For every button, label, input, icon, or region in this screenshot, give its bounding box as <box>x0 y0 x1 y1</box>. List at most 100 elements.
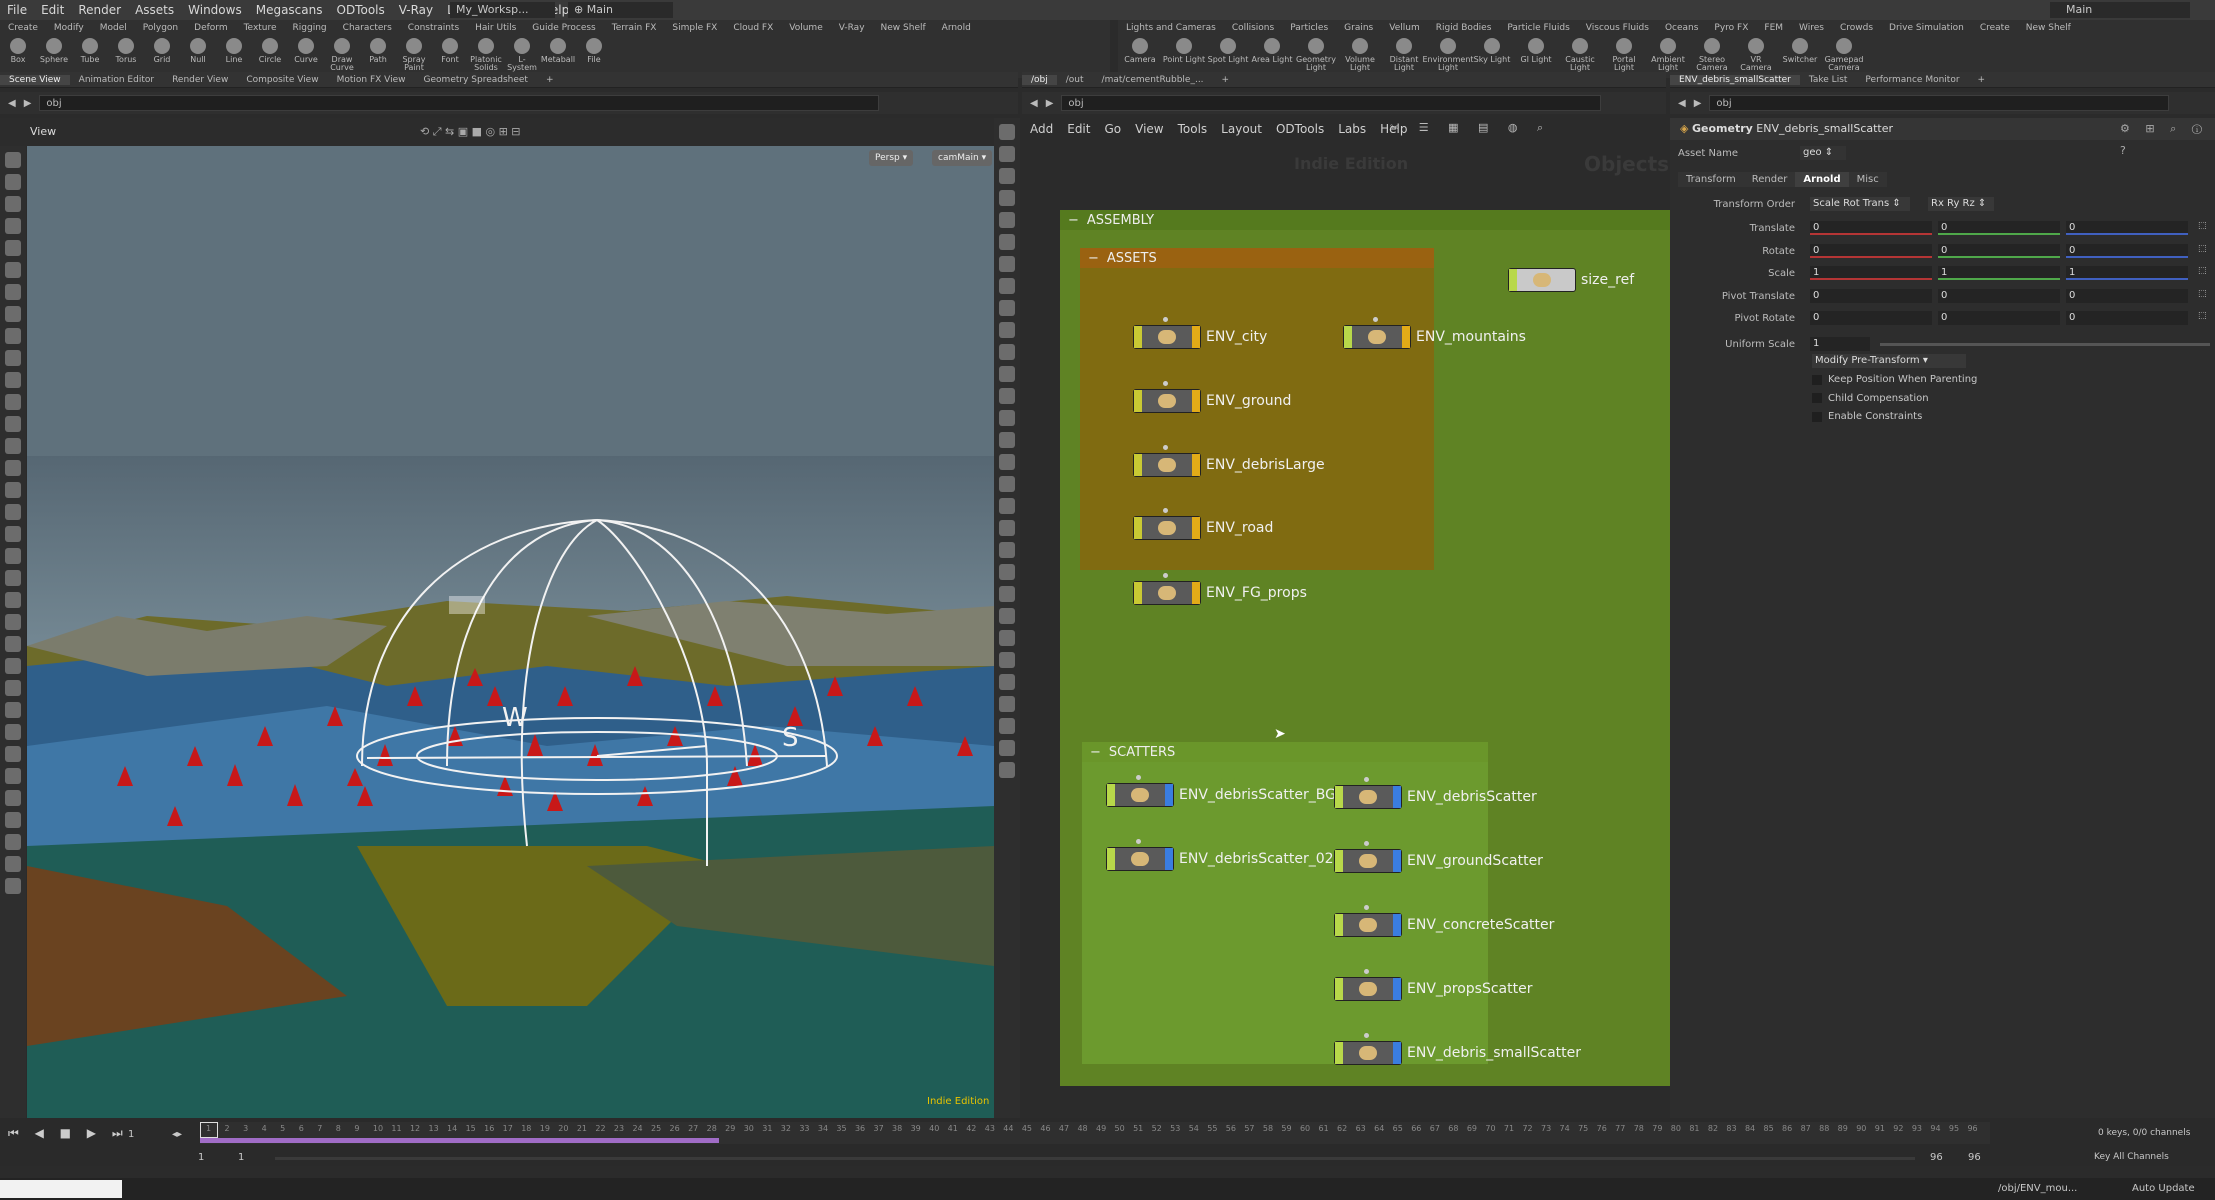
shelf-tab-modify[interactable]: Modify <box>46 23 92 33</box>
shelf-tab-oceans[interactable]: Oceans <box>1657 23 1706 33</box>
node-input[interactable] <box>1163 573 1168 578</box>
bypass-flag[interactable] <box>1165 784 1173 806</box>
uniform-scale-slider[interactable] <box>1880 343 2210 346</box>
viewport-tool-icon[interactable] <box>5 570 21 586</box>
forward-icon[interactable]: ▶ <box>1694 98 1702 109</box>
shelf-tab-create[interactable]: Create <box>1972 23 2018 33</box>
viewport-tool-icon[interactable] <box>5 548 21 564</box>
viewport-tool-icon[interactable] <box>5 504 21 520</box>
display-flag[interactable] <box>1107 848 1115 870</box>
menu-edit[interactable]: Edit <box>34 3 71 17</box>
current-frame[interactable]: 1 <box>128 1129 134 1140</box>
node-input[interactable] <box>1163 317 1168 322</box>
node-tile[interactable] <box>1106 847 1174 871</box>
scale-y-field[interactable]: 1 <box>1938 266 2060 280</box>
menu-megascans[interactable]: Megascans <box>249 3 330 17</box>
collapse-icon[interactable]: − <box>1090 745 1101 760</box>
display-flag[interactable] <box>1344 326 1352 348</box>
display-option-icon[interactable] <box>999 564 1015 580</box>
display-option-icon[interactable] <box>999 652 1015 668</box>
display-flag[interactable] <box>1335 786 1343 808</box>
channel-icon[interactable]: ⬚ <box>2198 244 2207 254</box>
viewport-tool-icon[interactable] <box>5 152 21 168</box>
display-option-icon[interactable] <box>999 300 1015 316</box>
shelf-tab-characters[interactable]: Characters <box>335 23 400 33</box>
viewport-path[interactable]: obj <box>39 95 880 111</box>
network-toolbar-icons[interactable]: ✂ ☰ ▦ ▤ ◍ ⌕ <box>1390 121 1551 135</box>
viewport-tool-icon[interactable] <box>5 482 21 498</box>
checkbox-keep-position-when-parenting[interactable]: Keep Position When Parenting <box>1812 374 1977 385</box>
node-tile[interactable] <box>1334 977 1402 1001</box>
bypass-flag[interactable] <box>1393 786 1401 808</box>
node-input[interactable] <box>1364 905 1369 910</box>
node-input[interactable] <box>1364 969 1369 974</box>
params-header-icons[interactable]: ⚙ ⊞ ⌕ ⓘ ? <box>2120 118 2215 162</box>
display-flag[interactable] <box>1134 326 1142 348</box>
channel-icon[interactable]: ⬚ <box>2198 289 2207 299</box>
menu-assets[interactable]: Assets <box>128 3 181 17</box>
scatters-header[interactable]: − SCATTERS <box>1082 742 1488 762</box>
node-tile[interactable] <box>1508 268 1576 292</box>
display-option-icon[interactable] <box>999 388 1015 404</box>
assets-header[interactable]: − ASSETS <box>1080 248 1434 268</box>
viewport-tool-icon[interactable] <box>5 460 21 476</box>
scale-z-field[interactable]: 1 <box>2066 266 2188 280</box>
shelf-tab-guide-process[interactable]: Guide Process <box>524 23 603 33</box>
shelf-tab-grains[interactable]: Grains <box>1336 23 1381 33</box>
network-node[interactable]: ENV_concreteScatter <box>1334 913 1554 937</box>
pane-tab-take-list[interactable]: Take List <box>1800 75 1857 85</box>
bypass-flag[interactable] <box>1192 582 1200 604</box>
viewport-tool-icon[interactable] <box>5 174 21 190</box>
display-option-icon[interactable] <box>999 212 1015 228</box>
back-icon[interactable]: ◀ <box>1678 98 1686 109</box>
display-flag[interactable] <box>1335 850 1343 872</box>
back-icon[interactable]: ◀ <box>1030 98 1038 109</box>
menu-windows[interactable]: Windows <box>181 3 249 17</box>
viewport-tool-icon[interactable] <box>5 702 21 718</box>
channel-icon[interactable]: ⬚ <box>2198 221 2207 231</box>
pane-tab-out[interactable]: /out <box>1057 75 1093 85</box>
node-input[interactable] <box>1373 317 1378 322</box>
display-flag[interactable] <box>1335 978 1343 1000</box>
checkbox-box[interactable] <box>1812 374 1822 385</box>
display-flag[interactable] <box>1107 784 1115 806</box>
viewport-tool-icon[interactable] <box>5 856 21 872</box>
menu-render[interactable]: Render <box>71 3 128 17</box>
display-option-icon[interactable] <box>999 278 1015 294</box>
shelf-tab-constraints[interactable]: Constraints <box>400 23 467 33</box>
shelf-tab-crowds[interactable]: Crowds <box>1832 23 1881 33</box>
camera-menu[interactable]: camMain ▾ <box>932 150 993 166</box>
param-tab-render[interactable]: Render <box>1743 172 1796 187</box>
auto-update-menu[interactable]: Auto Update <box>2132 1183 2195 1194</box>
display-option-icon[interactable] <box>999 256 1015 272</box>
node-input[interactable] <box>1364 777 1369 782</box>
shelf-tab-particles[interactable]: Particles <box>1282 23 1336 33</box>
node-input[interactable] <box>1163 445 1168 450</box>
network-node[interactable]: ENV_mountains <box>1343 325 1526 349</box>
shelf-tab-texture[interactable]: Texture <box>236 23 285 33</box>
viewport-tool-icon[interactable] <box>5 768 21 784</box>
pane-tab-mat-cementrubble[interactable]: /mat/cementRubble_... <box>1093 75 1213 85</box>
bypass-flag[interactable] <box>1192 454 1200 476</box>
viewport-tool-icon[interactable] <box>5 262 21 278</box>
menu-v-ray[interactable]: V-Ray <box>392 3 440 17</box>
node-input[interactable] <box>1136 839 1141 844</box>
pane-tab-geometry-spreadsheet[interactable]: Geometry Spreadsheet <box>415 75 537 85</box>
pivot-rotate-x-field[interactable]: 0 <box>1810 311 1932 325</box>
display-flag[interactable] <box>1134 582 1142 604</box>
display-option-icon[interactable] <box>999 344 1015 360</box>
translate-x-field[interactable]: 0 <box>1810 221 1932 235</box>
network-menu-layout[interactable]: Layout <box>1221 122 1262 136</box>
network-node[interactable]: ENV_groundScatter <box>1334 849 1543 873</box>
bypass-flag[interactable] <box>1393 850 1401 872</box>
viewport-tool-icon[interactable] <box>5 372 21 388</box>
menu-odtools[interactable]: ODTools <box>330 3 392 17</box>
bypass-flag[interactable] <box>1393 914 1401 936</box>
viewport-tool-icon[interactable] <box>5 592 21 608</box>
checkbox-enable-constraints[interactable]: Enable Constraints <box>1812 411 1922 422</box>
shelf-tab-polygon[interactable]: Polygon <box>135 23 186 33</box>
viewport-tool-icon[interactable] <box>5 878 21 894</box>
scale-x-field[interactable]: 1 <box>1810 266 1932 280</box>
shelf-tab-simple-fx[interactable]: Simple FX <box>664 23 725 33</box>
node-tile[interactable] <box>1133 325 1201 349</box>
